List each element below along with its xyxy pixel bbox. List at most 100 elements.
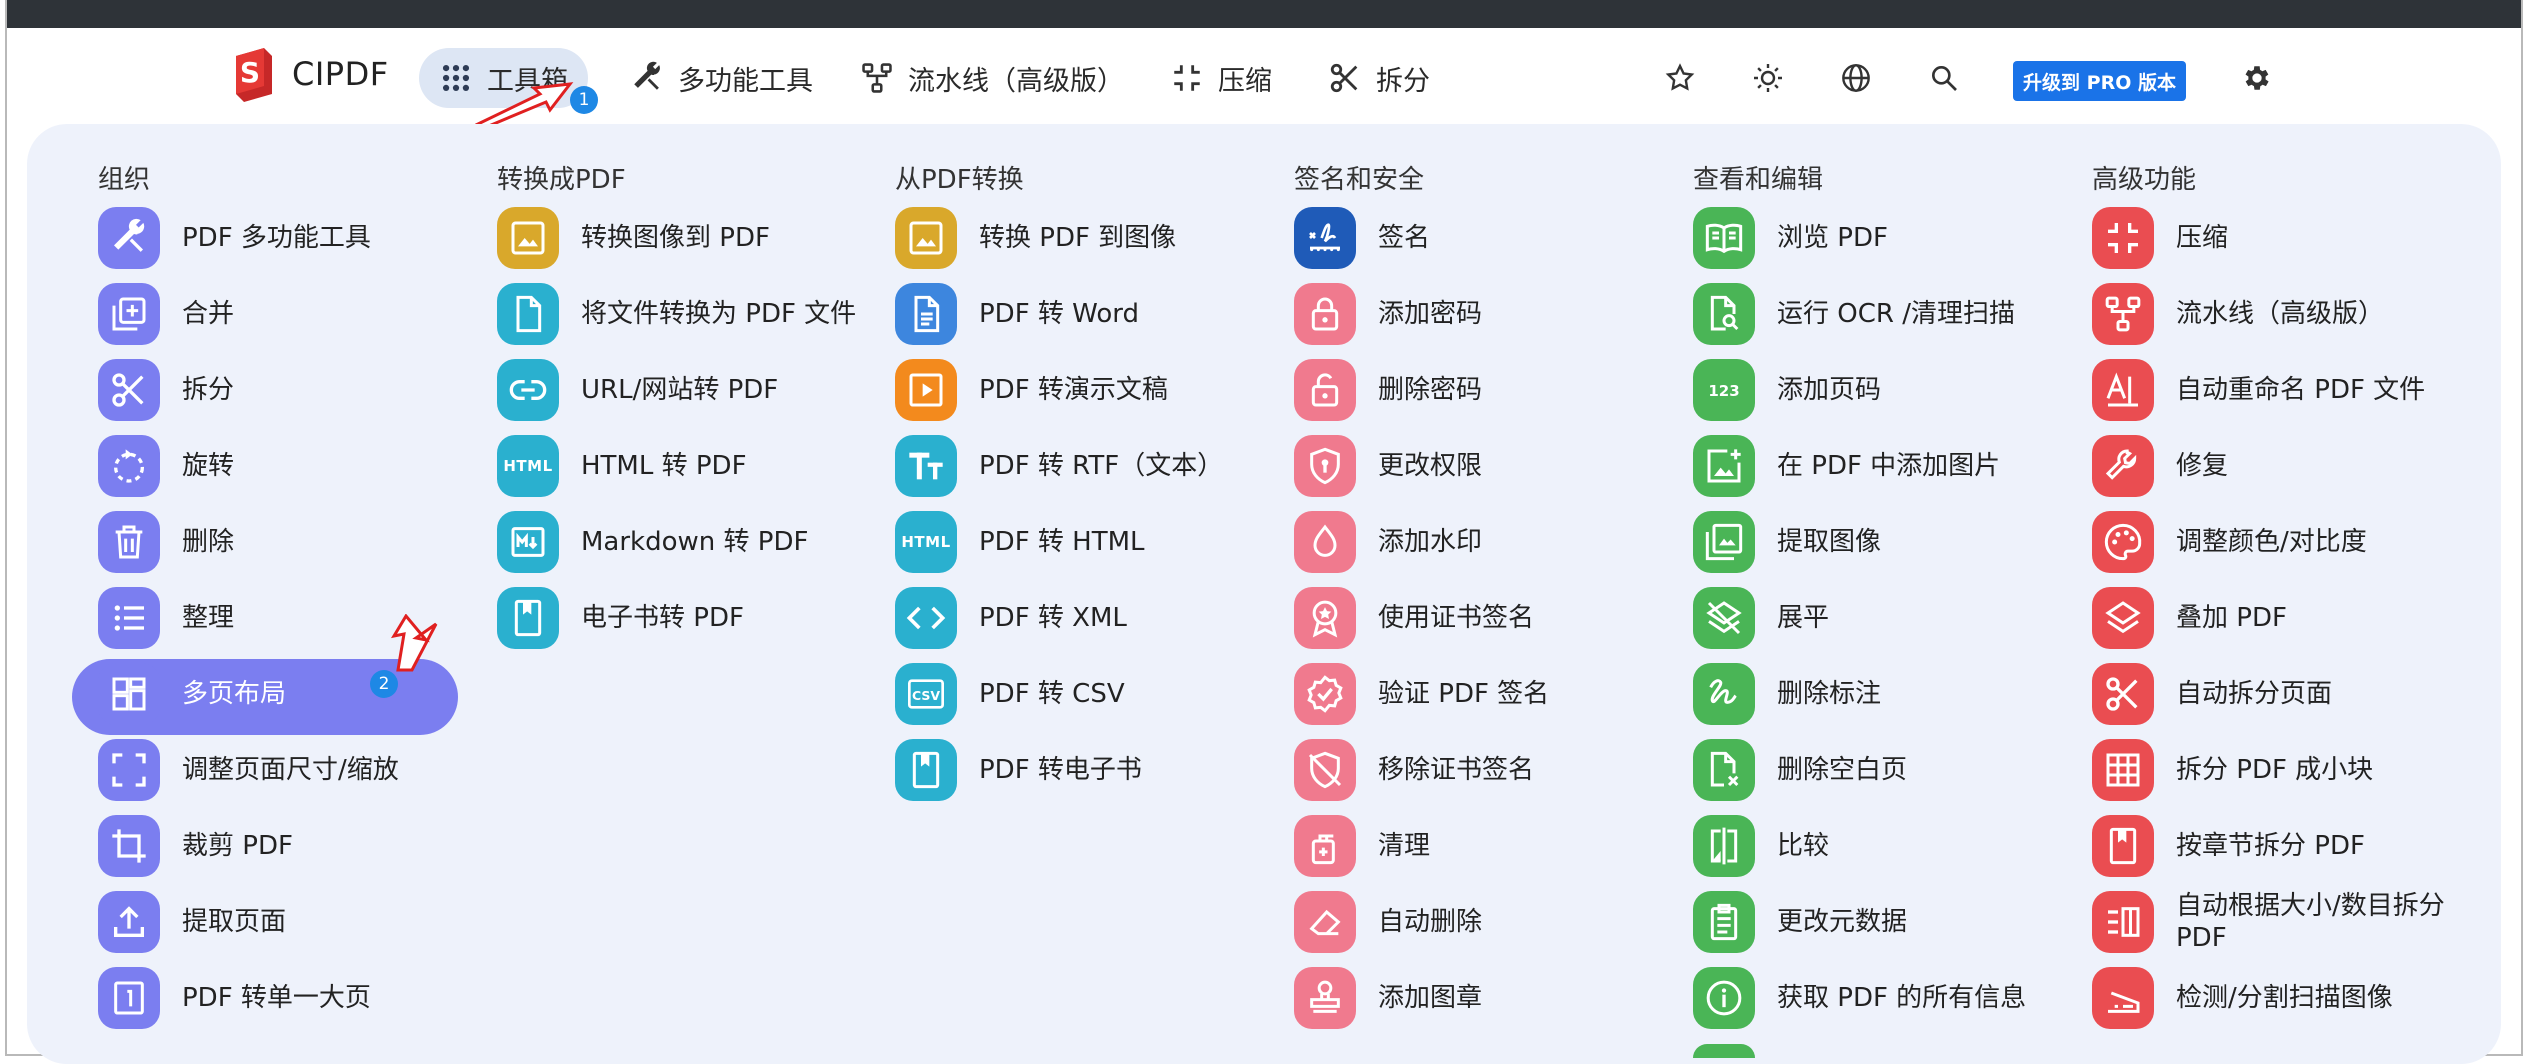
rename-icon: [2106, 372, 2138, 407]
theme-button[interactable]: [1748, 58, 1788, 98]
tool-remove-blank-pages[interactable]: 删除空白页: [1693, 732, 2026, 808]
tool-compare[interactable]: 比较: [1693, 808, 2026, 884]
star-button[interactable]: [1660, 58, 1700, 98]
tool-change-metadata[interactable]: 更改元数据: [1693, 884, 2026, 960]
tool-auto-rename[interactable]: 自动重命名 PDF 文件: [2092, 352, 2456, 428]
tool-ebook-to-pdf[interactable]: 电子书转 PDF: [497, 580, 856, 656]
tool-pdf-to-xml[interactable]: PDF 转 XML: [895, 580, 1223, 656]
tool-resize-page[interactable]: 调整页面尺寸/缩放: [98, 732, 399, 808]
tool-adjust-colors[interactable]: 调整颜色/对比度: [2092, 504, 2456, 580]
annotation-arrow-icon: [474, 82, 574, 130]
tool-pdf-to-rtf[interactable]: PDF 转 RTF（文本）: [895, 428, 1223, 504]
tool-pdf-to-ebook[interactable]: PDF 转电子书: [895, 732, 1223, 808]
tool-label: 在 PDF 中添加图片: [1777, 451, 2001, 481]
language-button[interactable]: [1836, 58, 1876, 98]
csv-icon: CSV: [908, 679, 944, 709]
tool-compress[interactable]: 压缩: [2092, 200, 2456, 276]
tool-url-to-pdf[interactable]: URL/网站转 PDF: [497, 352, 856, 428]
tool-remove-annotations[interactable]: 删除标注: [1693, 656, 2026, 732]
tool-auto-redact[interactable]: 自动删除: [1294, 884, 1549, 960]
tool-ocr[interactable]: 运行 OCR /清理扫描: [1693, 276, 2026, 352]
tool-crop[interactable]: 裁剪 PDF: [98, 808, 399, 884]
tool-label: 签名: [1378, 223, 1431, 253]
tool-label: HTML 转 PDF: [581, 451, 747, 481]
tool-delete[interactable]: 删除: [98, 504, 399, 580]
tool-split[interactable]: 拆分: [98, 352, 399, 428]
tool-repair[interactable]: 修复: [2092, 428, 2456, 504]
tool-detect-split-scans[interactable]: 检测/分割扫描图像: [2092, 960, 2456, 1036]
tool-flatten[interactable]: 展平: [1693, 580, 2026, 656]
tool-label: 运行 OCR /清理扫描: [1777, 299, 2015, 329]
tool-pdf-to-csv[interactable]: CSV PDF 转 CSV: [895, 656, 1223, 732]
tool-split-by-chapters[interactable]: 按章节拆分 PDF: [2092, 808, 2456, 884]
tool-add-page-numbers[interactable]: 123 添加页码: [1693, 352, 2026, 428]
app-name: CIPDF: [292, 55, 389, 93]
column-advanced: 高级功能 压缩 流水线（高级版） 自动重命名 PDF 文件 修复 调整颜色/对比…: [2092, 160, 2456, 1036]
tool-pipeline[interactable]: 流水线（高级版）: [2092, 276, 2456, 352]
tool-markdown-to-pdf[interactable]: Markdown 转 PDF: [497, 504, 856, 580]
tool-pdf-to-presentation[interactable]: PDF 转演示文稿: [895, 352, 1223, 428]
tools-icon: [634, 61, 660, 90]
tool-organize[interactable]: 整理: [98, 580, 399, 656]
shield-off-icon: [1308, 751, 1342, 789]
info-icon: [1706, 980, 1742, 1016]
tool-label: PDF 转 CSV: [979, 679, 1125, 709]
shield-icon: [1310, 447, 1340, 485]
settings-button[interactable]: [2237, 58, 2277, 98]
search-button[interactable]: [1924, 58, 1964, 98]
tool-sign[interactable]: 签名: [1294, 200, 1549, 276]
tool-label: Markdown 转 PDF: [581, 527, 809, 557]
tool-rotate[interactable]: 旋转: [98, 428, 399, 504]
tool-label: PDF 转 RTF（文本）: [979, 451, 1224, 481]
tool-add-password[interactable]: 添加密码: [1294, 276, 1549, 352]
tool-multi-tool[interactable]: PDF 多功能工具: [98, 200, 399, 276]
tab-pipeline[interactable]: 流水线（高级版）: [840, 48, 1144, 108]
tool-label: PDF 转单一大页: [182, 983, 371, 1013]
tool-pdf-to-image[interactable]: 转换 PDF 到图像: [895, 200, 1223, 276]
tab-multi-tool[interactable]: 多功能工具: [610, 48, 833, 108]
tool-file-to-pdf[interactable]: 将文件转换为 PDF 文件: [497, 276, 856, 352]
tool-view-pdf[interactable]: 浏览 PDF: [1693, 200, 2026, 276]
tool-change-permissions[interactable]: 更改权限: [1294, 428, 1549, 504]
book-icon: [514, 599, 542, 637]
document-icon: [914, 295, 940, 333]
tool-label: URL/网站转 PDF: [581, 375, 779, 405]
scanner-icon: [2108, 991, 2140, 1013]
tool-label: 转换图像到 PDF: [581, 223, 770, 253]
tool-extract-pages[interactable]: 提取页面: [98, 884, 399, 960]
tool-extract-images[interactable]: 提取图像: [1693, 504, 2026, 580]
tab-split[interactable]: 拆分: [1308, 48, 1450, 108]
compress-icon: [2108, 223, 2138, 253]
tool-auto-split[interactable]: 自动拆分页面: [2092, 656, 2456, 732]
tool-image-to-pdf[interactable]: 转换图像到 PDF: [497, 200, 856, 276]
tool-pdf-to-word[interactable]: PDF 转 Word: [895, 276, 1223, 352]
image-icon: [511, 221, 545, 255]
tool-sanitize[interactable]: 清理: [1294, 808, 1549, 884]
tool-html-to-pdf[interactable]: HTML HTML 转 PDF: [497, 428, 856, 504]
tool-verify-signature[interactable]: 验证 PDF 签名: [1294, 656, 1549, 732]
tool-multi-page-layout[interactable]: 多页布局: [98, 656, 399, 732]
tool-cert-sign[interactable]: 使用证书签名: [1294, 580, 1549, 656]
tool-overlay-pdf[interactable]: 叠加 PDF: [2092, 580, 2456, 656]
tool-get-info[interactable]: 获取 PDF 的所有信息: [1693, 960, 2026, 1036]
tool-add-image[interactable]: 在 PDF 中添加图片: [1693, 428, 2026, 504]
tool-label: 比较: [1777, 831, 1830, 861]
tool-single-page[interactable]: PDF 转单一大页: [98, 960, 399, 1036]
tool-remove-password[interactable]: 删除密码: [1294, 352, 1549, 428]
tool-split-chunks[interactable]: 拆分 PDF 成小块: [2092, 732, 2456, 808]
tool-partial-hidden[interactable]: [1693, 1044, 1755, 1058]
app-logo[interactable]: S CIPDF: [230, 46, 389, 102]
tool-pdf-to-html[interactable]: HTML PDF 转 HTML: [895, 504, 1223, 580]
blank-page-icon: [1710, 751, 1739, 787]
tool-split-by-size[interactable]: 自动根据大小/数目拆分 PDF: [2092, 884, 2456, 960]
tab-compress[interactable]: 压缩: [1150, 48, 1292, 108]
logo-icon: S: [230, 46, 278, 102]
tool-remove-cert-sign[interactable]: 移除证书签名: [1294, 732, 1549, 808]
tool-label: 旋转: [182, 451, 235, 481]
tool-label: 将文件转换为 PDF 文件: [581, 299, 857, 329]
tool-merge[interactable]: 合并: [98, 276, 399, 352]
upgrade-pro-button[interactable]: 升级到 PRO 版本: [2013, 61, 2186, 101]
tool-label: 浏览 PDF: [1777, 223, 1888, 253]
tool-add-watermark[interactable]: 添加水印: [1294, 504, 1549, 580]
tool-add-stamp[interactable]: 添加图章: [1294, 960, 1549, 1036]
